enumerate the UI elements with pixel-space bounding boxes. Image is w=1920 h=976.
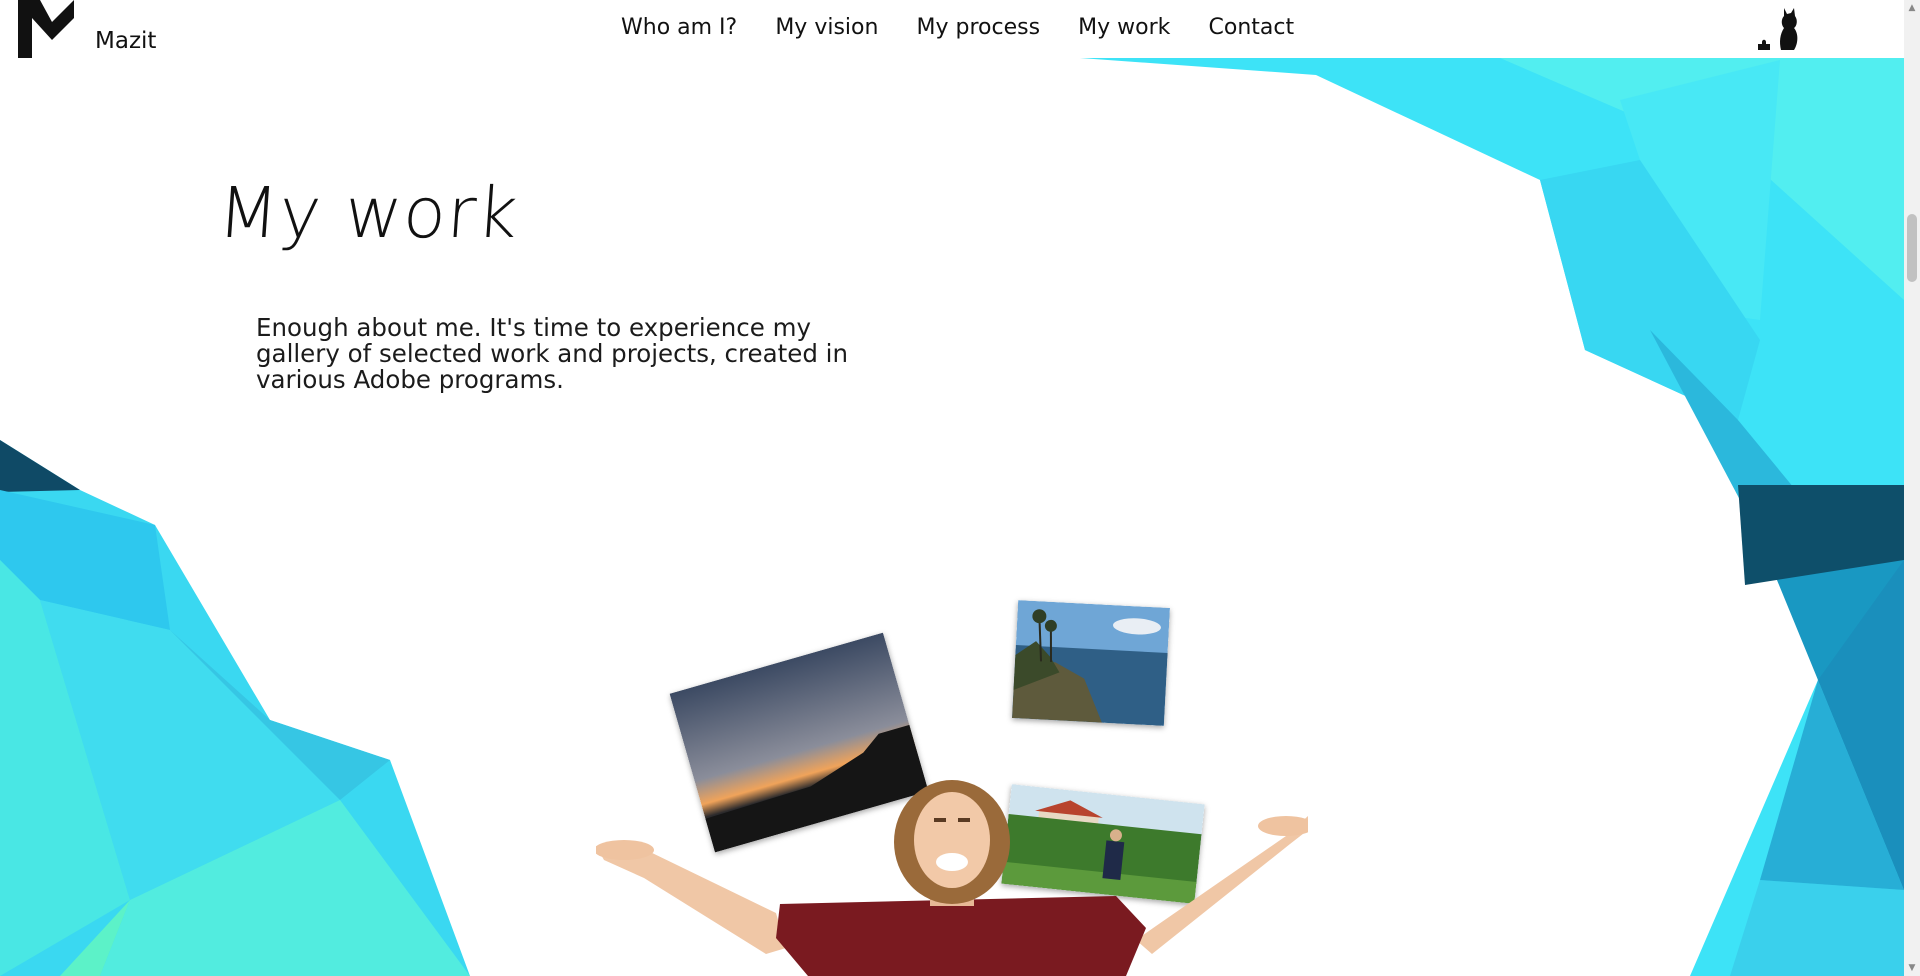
nav-link-my-work[interactable]: My work (1078, 13, 1170, 43)
scroll-up-arrow-icon[interactable]: ▲ (1904, 0, 1920, 16)
scroll-down-arrow-icon[interactable]: ▼ (1904, 960, 1920, 976)
nav-link-my-vision[interactable]: My vision (775, 13, 878, 43)
vertical-scrollbar[interactable]: ▲ ▼ (1904, 0, 1920, 976)
person-raised-arms-image (596, 780, 1308, 976)
scrollbar-thumb[interactable] (1907, 214, 1917, 282)
nav-link-who-am-i[interactable]: Who am I? (621, 13, 737, 43)
cat-icon[interactable] (1756, 6, 1804, 52)
brand-name[interactable]: Mazit (95, 28, 156, 54)
main-nav: Who am I? My vision My process My work C… (608, 13, 1314, 43)
section-intro: Enough about me. It's time to experience… (256, 312, 848, 394)
m-logo-icon[interactable] (18, 0, 74, 58)
gallery-photo-coast[interactable] (1012, 600, 1170, 726)
section-title: My work (215, 171, 522, 254)
nav-link-my-process[interactable]: My process (917, 13, 1041, 43)
top-navigation-bar: Mazit Who am I? My vision My process My … (0, 0, 1904, 58)
nav-link-contact[interactable]: Contact (1209, 13, 1295, 43)
